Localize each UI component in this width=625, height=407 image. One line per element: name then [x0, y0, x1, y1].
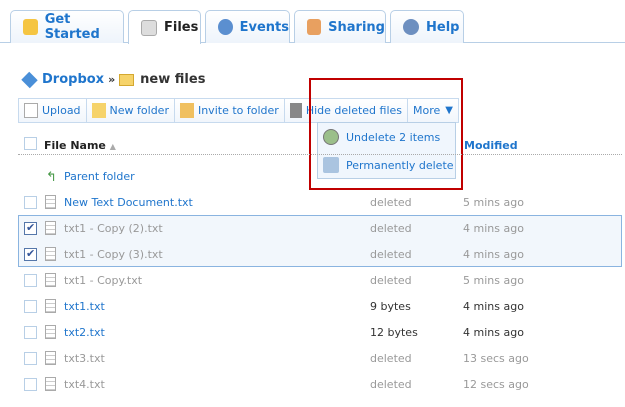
- file-row[interactable]: txt2.txt 12 bytes 4 mins ago: [18, 320, 622, 346]
- tab-events[interactable]: Events: [205, 10, 290, 43]
- breadcrumb: Dropbox » new files: [21, 71, 206, 88]
- file-checkbox[interactable]: [24, 326, 37, 339]
- file-size: deleted: [370, 196, 412, 209]
- sort-asc-icon: ▲: [109, 142, 116, 151]
- breadcrumb-root[interactable]: Dropbox: [42, 72, 104, 87]
- file-checkbox[interactable]: [24, 196, 37, 209]
- file-row[interactable]: New Text Document.txt deleted 5 mins ago: [18, 190, 622, 216]
- file-size: deleted: [370, 248, 412, 261]
- file-checkbox[interactable]: [24, 352, 37, 365]
- upload-icon: [24, 103, 38, 118]
- file-checkbox[interactable]: [24, 300, 37, 313]
- file-modified: 4 mins ago: [463, 300, 524, 313]
- files-icon: [141, 19, 157, 36]
- clock-icon: [218, 19, 233, 35]
- file-row[interactable]: txt1 - Copy (3).txt deleted 4 mins ago: [18, 242, 622, 268]
- file-size: 9 bytes: [370, 300, 411, 313]
- file-size: deleted: [370, 222, 412, 235]
- tab-get-started[interactable]: Get Started: [10, 10, 124, 43]
- cake-icon: [23, 19, 38, 35]
- chevron-down-icon: ▼: [445, 105, 453, 116]
- breadcrumb-current: new files: [140, 72, 206, 87]
- people-icon: [307, 19, 322, 35]
- tab-help[interactable]: Help: [390, 10, 464, 43]
- file-checkbox[interactable]: [24, 221, 37, 235]
- upload-button[interactable]: Upload: [19, 99, 87, 122]
- file-size: deleted: [370, 352, 412, 365]
- file-checkbox[interactable]: [24, 378, 37, 391]
- label: New folder: [109, 104, 169, 117]
- file-modified: 13 secs ago: [463, 352, 529, 365]
- file-row[interactable]: txt3.txt deleted 13 secs ago: [18, 346, 622, 372]
- file-name-column-header[interactable]: File Name ▲: [44, 139, 116, 152]
- folder-icon: [119, 73, 135, 86]
- file-size: deleted: [370, 378, 412, 391]
- file-modified: 4 mins ago: [463, 222, 524, 235]
- label: Upload: [42, 104, 81, 117]
- file-modified: 4 mins ago: [463, 326, 524, 339]
- file-row[interactable]: txt1.txt 9 bytes 4 mins ago: [18, 294, 622, 320]
- toolbar: Upload New folder Invite to folder Hide …: [18, 98, 459, 123]
- file-name[interactable]: txt1 - Copy (3).txt: [64, 248, 163, 261]
- text-file-icon: [45, 377, 56, 391]
- text-file-icon: [45, 299, 56, 313]
- parent-folder-link[interactable]: Parent folder: [64, 170, 135, 183]
- text-file-icon: [45, 195, 56, 209]
- invite-to-folder-button[interactable]: Invite to folder: [175, 99, 285, 122]
- file-modified: 12 secs ago: [463, 378, 529, 391]
- text-file-icon: [45, 325, 56, 339]
- file-name[interactable]: txt1 - Copy.txt: [64, 274, 142, 287]
- breadcrumb-separator: »: [108, 73, 116, 86]
- file-name[interactable]: txt2.txt: [64, 326, 105, 339]
- modified-column-header[interactable]: Modified: [464, 139, 518, 152]
- file-row[interactable]: txt1 - Copy.txt deleted 5 mins ago: [18, 268, 622, 294]
- trash-icon: [289, 103, 302, 118]
- text-file-icon: [45, 273, 56, 287]
- file-checkbox[interactable]: [24, 274, 37, 287]
- label: Invite to folder: [197, 104, 279, 117]
- file-modified: 4 mins ago: [463, 248, 524, 261]
- label: More: [413, 104, 441, 117]
- tab-files[interactable]: Files: [128, 10, 201, 44]
- text-file-icon: [45, 221, 56, 235]
- invite-folder-icon: [179, 103, 194, 118]
- tab-sharing[interactable]: Sharing: [294, 10, 386, 43]
- dropbox-icon: [21, 71, 38, 88]
- new-folder-button[interactable]: New folder: [87, 99, 175, 122]
- file-checkbox[interactable]: [24, 247, 37, 261]
- file-name[interactable]: txt1.txt: [64, 300, 105, 313]
- label: File Name: [44, 139, 106, 152]
- hide-deleted-files-button[interactable]: Hide deleted files: [285, 99, 409, 122]
- tab-label: Sharing: [328, 19, 385, 35]
- file-name[interactable]: txt1 - Copy (2).txt: [64, 222, 163, 235]
- file-name[interactable]: New Text Document.txt: [64, 196, 193, 209]
- text-file-icon: [45, 247, 56, 261]
- tab-label: Events: [239, 19, 289, 35]
- tab-label: Help: [426, 19, 460, 35]
- file-size: 12 bytes: [370, 326, 418, 339]
- file-modified: 5 mins ago: [463, 196, 524, 209]
- file-name[interactable]: txt3.txt: [64, 352, 105, 365]
- file-row[interactable]: txt4.txt deleted 12 secs ago: [18, 372, 622, 398]
- parent-folder-row[interactable]: ↰ Parent folder: [18, 164, 622, 190]
- file-list-header: File Name ▲ Modified: [18, 137, 622, 155]
- help-icon: [403, 19, 419, 35]
- new-folder-icon: [91, 103, 106, 118]
- more-button[interactable]: More ▼: [408, 99, 458, 122]
- text-file-icon: [45, 351, 56, 365]
- file-size: deleted: [370, 274, 412, 287]
- tab-label: Files: [164, 20, 199, 35]
- back-arrow-icon: ↰: [46, 170, 57, 185]
- label: Hide deleted files: [305, 104, 403, 117]
- file-modified: 5 mins ago: [463, 274, 524, 287]
- select-all-checkbox[interactable]: [24, 137, 37, 150]
- file-name[interactable]: txt4.txt: [64, 378, 105, 391]
- file-row[interactable]: txt1 - Copy (2).txt deleted 4 mins ago: [18, 216, 622, 242]
- tab-label: Get Started: [44, 12, 100, 42]
